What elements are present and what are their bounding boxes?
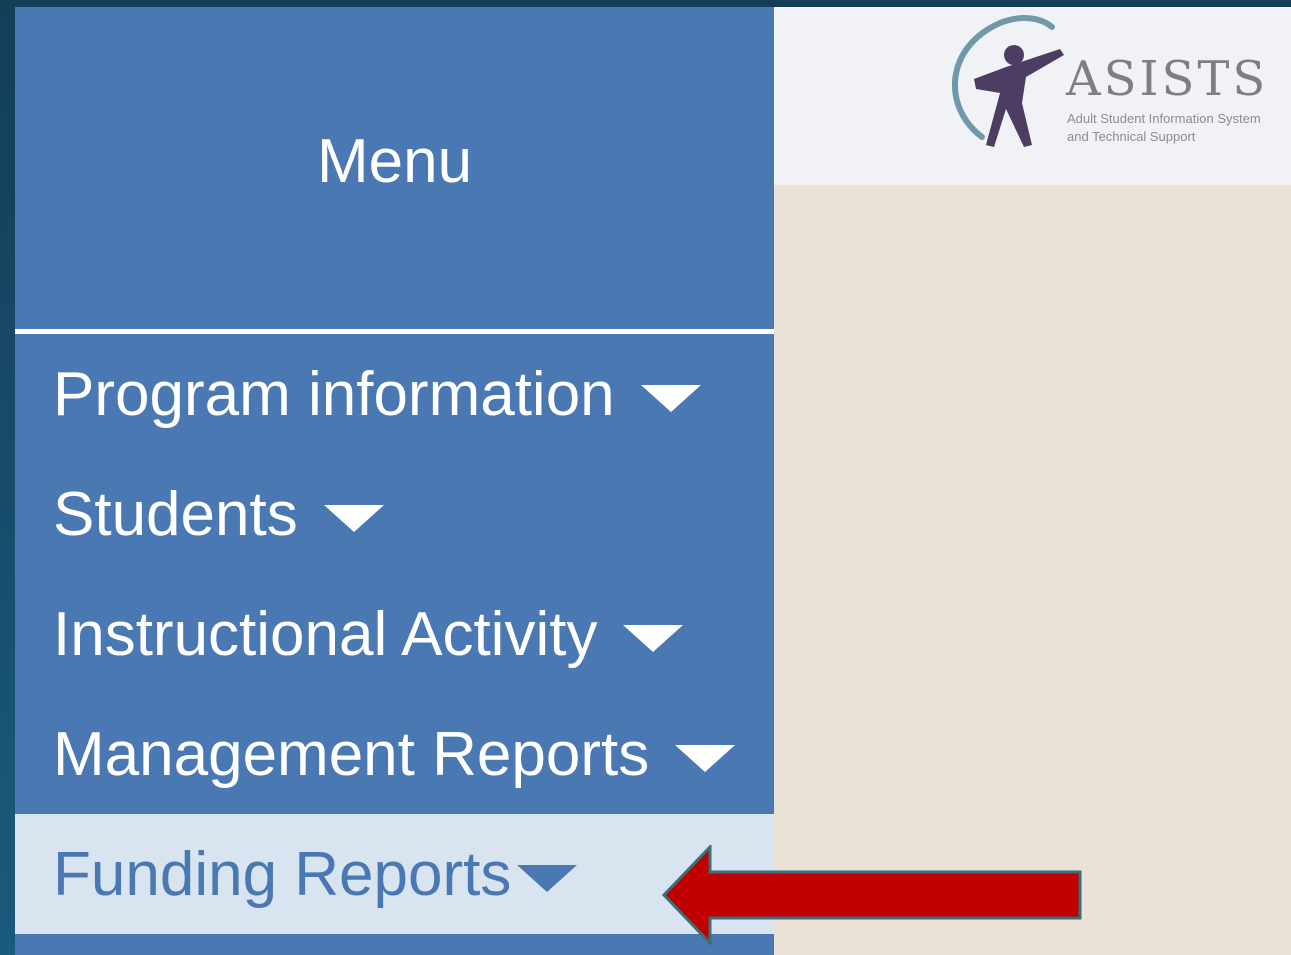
caret-down-icon [623, 624, 684, 652]
left-arrow-icon [661, 845, 1082, 945]
nav-item-instructional-activity[interactable]: Instructional Activity [15, 574, 774, 694]
logo-tagline-line: and Technical Support [1067, 129, 1196, 144]
menu-header: Menu [15, 7, 774, 334]
nav-item-label: Funding Reports [53, 839, 512, 909]
nav-item-students[interactable]: Students [15, 454, 774, 574]
logo-name: ASISTS [1066, 51, 1269, 107]
person-figure-icon [951, 15, 1064, 147]
nav-item-label: Instructional Activity [53, 599, 598, 669]
sidebar-menu: Menu Program information Students Instru… [15, 7, 774, 955]
logo-tagline: Adult Student Information System and Tec… [1067, 110, 1291, 146]
caret-down-icon [517, 864, 578, 892]
nav-item-program-information[interactable]: Program information [15, 334, 774, 454]
menu-title: Menu [316, 126, 473, 196]
caret-down-icon [640, 384, 701, 412]
nav-item-label: Program information [53, 359, 615, 429]
nav-item-label: Students [53, 479, 298, 549]
logo-tagline-line: Adult Student Information System [1067, 111, 1261, 126]
main-content-area [774, 185, 1291, 955]
nav-item-label: Management Reports [53, 719, 650, 789]
caret-down-icon [675, 744, 736, 772]
nav-item-management-reports[interactable]: Management Reports [15, 694, 774, 814]
caret-down-icon [323, 504, 384, 532]
app-header: ASISTS Adult Student Information System … [774, 7, 1291, 185]
